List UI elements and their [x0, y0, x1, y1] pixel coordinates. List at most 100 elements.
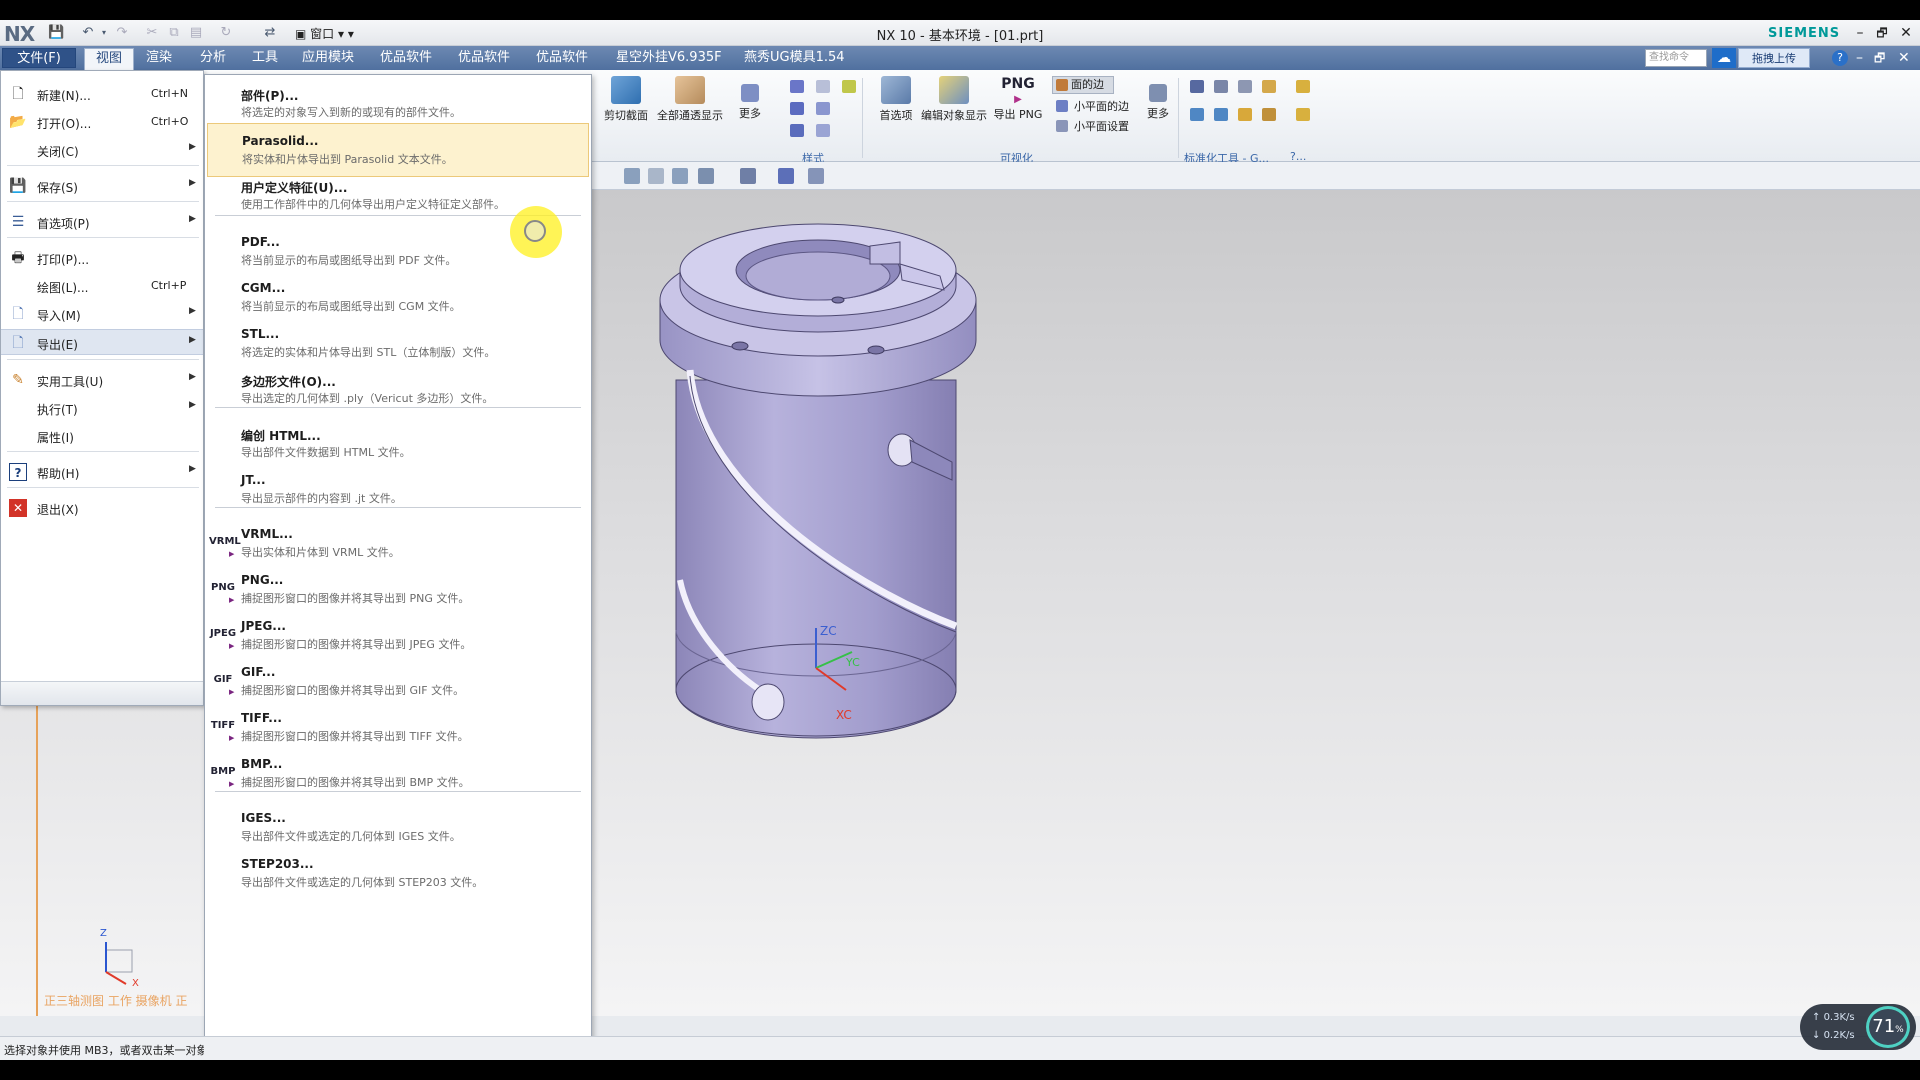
export-item-description: 将选定的实体和片体导出到 STL（立体制版）文件。 — [241, 346, 496, 359]
more-style-button[interactable]: 更多 — [732, 84, 768, 121]
menu-item-plot[interactable]: 绘图(L)... Ctrl+P — [1, 273, 203, 299]
menu-item-help[interactable]: ? 帮助(H) ▶ — [1, 459, 203, 485]
edit-object-display-button[interactable]: 编辑对象显示 — [920, 76, 988, 123]
format-arrow-icon: ▶ — [229, 688, 235, 696]
folder-icon: 📂 — [9, 114, 27, 130]
menu-item-open[interactable]: 📂 打开(O)... Ctrl+O — [1, 109, 203, 135]
menu-item-label: 新建(N)... — [37, 89, 91, 103]
menu-item-save[interactable]: 💾 保存(S) ▶ — [1, 173, 203, 199]
export-item-title: TIFF... — [241, 711, 282, 725]
copy-icon[interactable]: ⧉ — [166, 25, 182, 41]
background-icon[interactable] — [778, 168, 794, 184]
export-item[interactable]: JT... 导出显示部件的内容到 .jt 文件。 — [207, 463, 589, 517]
clip-section-button[interactable]: 剪切截面 — [600, 76, 652, 123]
tab-file[interactable]: 文件(F) — [2, 48, 76, 68]
help-icon[interactable]: ? — [1832, 50, 1848, 66]
png-arrow-icon: ▶ — [1014, 94, 1022, 105]
network-speed-widget[interactable]: ↑ 0.3K/s ↓ 0.2K/s 71% — [1800, 1004, 1916, 1050]
menu-separator — [215, 791, 581, 792]
std-tool-icon-2[interactable] — [1214, 80, 1228, 93]
doc-minimize-button[interactable]: – — [1856, 50, 1863, 66]
cloud-icon[interactable]: ☁ — [1712, 48, 1736, 68]
tab-youpin-1[interactable]: 优品软件 — [374, 48, 438, 68]
partial-shaded-icon[interactable] — [790, 124, 804, 137]
facet-edges-icon — [1056, 100, 1068, 112]
repeat-command-icon[interactable]: ↻ — [218, 25, 234, 41]
save-icon[interactable]: 💾 — [48, 25, 64, 41]
std-tool-icon-9[interactable] — [1262, 108, 1276, 121]
preferences-button[interactable]: 首选项 — [872, 76, 920, 123]
menu-item-export[interactable]: 🗋 导出(E) ▶ — [1, 329, 203, 355]
snap-view-icon[interactable] — [808, 168, 824, 184]
cut-icon[interactable]: ✂ — [144, 25, 160, 41]
menu-item-new[interactable]: 🗋 新建(N)... Ctrl+N — [1, 81, 203, 107]
tab-youpin-3[interactable]: 优品软件 — [530, 48, 594, 68]
hidden-edges-icon[interactable] — [816, 102, 830, 115]
studio-icon[interactable] — [842, 80, 856, 93]
redo-icon[interactable]: ↷ — [114, 25, 130, 41]
facet-edges-label: 小平面的边 — [1074, 100, 1129, 113]
zoom-icon[interactable] — [648, 168, 664, 184]
fit-icon[interactable] — [624, 168, 640, 184]
minimize-button[interactable]: – — [1850, 23, 1870, 43]
export-png-button[interactable]: PNG ▶ 导出 PNG — [990, 76, 1046, 122]
doc-close-button[interactable]: ✕ — [1898, 50, 1910, 66]
restore-button[interactable]: 🗗 — [1872, 23, 1892, 43]
show-all-translucent-button[interactable]: 全部通透显示 — [654, 76, 726, 123]
orient-view-icon[interactable] — [698, 168, 714, 184]
menu-item-utilities[interactable]: ✎ 实用工具(U) ▶ — [1, 367, 203, 393]
menu-item-close[interactable]: 关闭(C) ▶ — [1, 137, 203, 163]
menu-item-preferences[interactable]: ☰ 首选项(P) ▶ — [1, 209, 203, 235]
shaded-edges-icon[interactable] — [790, 102, 804, 115]
std-tool-icon-5[interactable] — [1296, 80, 1310, 93]
tab-application[interactable]: 应用模块 — [296, 48, 360, 68]
std-tool-icon-1[interactable] — [1190, 80, 1204, 93]
menu-item-print[interactable]: 🖶 打印(P)... — [1, 245, 203, 271]
menu-item-execute[interactable]: 执行(T) ▶ — [1, 395, 203, 421]
std-tool-icon-4[interactable] — [1262, 80, 1276, 93]
export-item[interactable]: BMP ▶ BMP... 捕捉图形窗口的图像并将其导出到 BMP 文件。 — [207, 747, 589, 801]
undo-icon[interactable]: ↶ — [80, 25, 96, 41]
doc-restore-button[interactable]: 🗗 — [1874, 50, 1885, 66]
tab-render[interactable]: 渲染 — [140, 48, 178, 68]
command-search-input[interactable]: 查找命令 — [1645, 49, 1707, 67]
format-icon: GIF — [213, 674, 233, 685]
std-tool-icon-8[interactable] — [1238, 108, 1252, 121]
menu-item-exit[interactable]: ✕ 退出(X) — [1, 495, 203, 521]
print-icon: 🖶 — [11, 250, 25, 266]
export-item-title: PNG... — [241, 573, 284, 587]
cylinder-part[interactable] — [659, 223, 977, 739]
face-analysis-icon[interactable] — [816, 124, 830, 137]
exit-icon: ✕ — [9, 499, 27, 517]
std-tool-icon-7[interactable] — [1214, 108, 1228, 121]
menu-item-import[interactable]: 🗋 导入(M) ▶ — [1, 301, 203, 327]
tab-tools[interactable]: 工具 — [246, 48, 284, 68]
std-tool-icon-6[interactable] — [1190, 108, 1204, 121]
export-item-title: CGM... — [241, 281, 286, 295]
export-item[interactable]: 多边形文件(O)... 导出选定的几何体到 .ply（Vericut 多边形）文件… — [207, 363, 589, 417]
std-tool-icon-3[interactable] — [1238, 80, 1252, 93]
format-arrow-icon: ▶ — [229, 780, 235, 788]
std-tool-icon-10[interactable] — [1296, 108, 1310, 121]
export-item[interactable]: STEP203... 导出部件文件或选定的几何体到 STEP203 文件。 — [207, 847, 589, 901]
more-visualization-button[interactable]: 更多 — [1140, 84, 1176, 121]
menu-item-shortcut: Ctrl+O — [151, 115, 189, 128]
close-button[interactable]: ✕ — [1896, 23, 1916, 43]
touch-mode-icon[interactable]: ⇄ — [262, 25, 278, 41]
export-item-description: 将当前显示的布局或图纸导出到 CGM 文件。 — [241, 300, 461, 313]
paste-icon[interactable]: ▤ — [188, 25, 204, 41]
tab-xingkong[interactable]: 星空外挂V6.935F — [610, 48, 728, 68]
tab-yanxiu[interactable]: 燕秀UG模具1.54 — [738, 48, 851, 68]
face-edges-icon — [1056, 79, 1068, 91]
tab-analysis[interactable]: 分析 — [194, 48, 232, 68]
tab-youpin-2[interactable]: 优品软件 — [452, 48, 516, 68]
wireframe-icon[interactable] — [816, 80, 830, 93]
render-style-icon[interactable] — [740, 168, 756, 184]
rotate-icon[interactable] — [672, 168, 688, 184]
menu-item-properties[interactable]: 属性(I) — [1, 423, 203, 449]
tab-view[interactable]: 视图 — [84, 48, 134, 70]
shaded-icon[interactable] — [790, 80, 804, 93]
drag-upload-button[interactable]: 拖拽上传 — [1738, 48, 1810, 68]
window-menu[interactable]: ▣ 窗口 ▾ ▾ — [290, 24, 359, 42]
dropdown-arrow-icon[interactable]: ▾ — [96, 25, 112, 41]
